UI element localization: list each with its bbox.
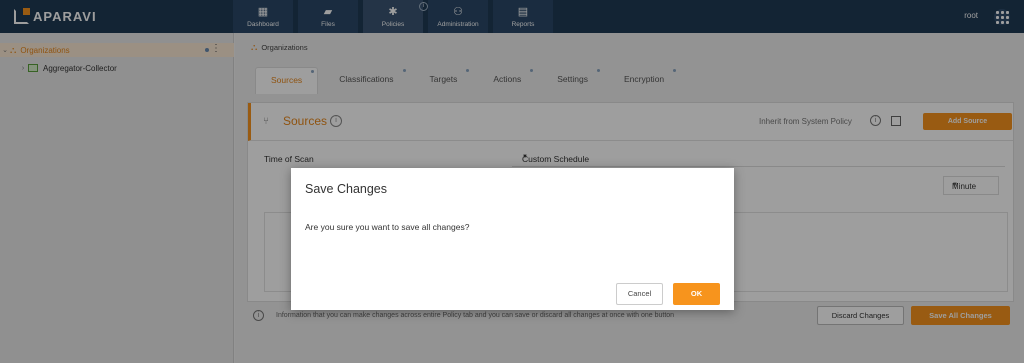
dialog-message: Are you sure you want to save all change… [305, 222, 470, 232]
save-changes-dialog: Save Changes Are you sure you want to sa… [291, 168, 734, 310]
dialog-title: Save Changes [305, 182, 388, 196]
cancel-button[interactable]: Cancel [616, 283, 663, 305]
ok-button[interactable]: OK [673, 283, 720, 305]
